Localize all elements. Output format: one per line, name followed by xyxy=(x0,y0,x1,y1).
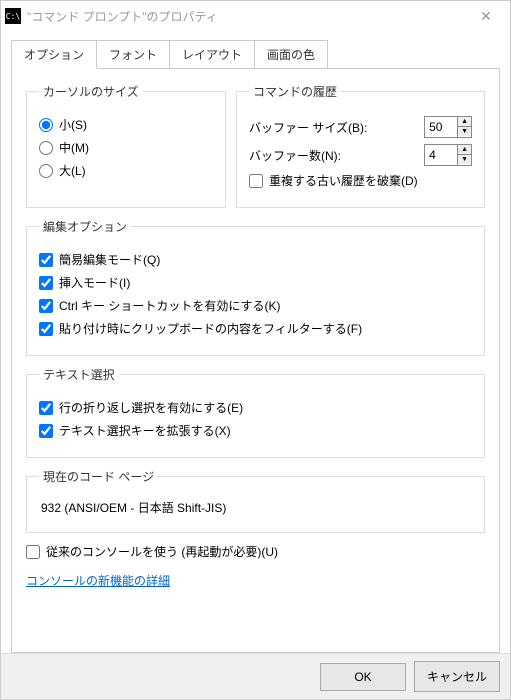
check-ext-keys-input[interactable] xyxy=(39,424,53,438)
check-discard-duplicates-label: 重複する古い履歴を破棄(D) xyxy=(269,172,418,189)
window-title: "コマンド プロンプト"のプロパティ xyxy=(27,8,466,25)
check-legacy-console-label: 従来のコンソールを使う (再起動が必要)(U) xyxy=(46,543,278,560)
radio-cursor-small[interactable]: 小(S) xyxy=(39,116,213,133)
check-ctrl-shortcuts-input[interactable] xyxy=(39,299,53,313)
check-discard-duplicates[interactable]: 重複する古い履歴を破棄(D) xyxy=(249,172,472,189)
buffer-count-spinner[interactable]: ▲ ▼ xyxy=(424,144,472,166)
client-area: オプション フォント レイアウト 画面の色 カーソルのサイズ 小(S) 中(M) xyxy=(1,31,510,653)
group-cursor-legend: カーソルのサイズ xyxy=(39,83,143,100)
check-insert-mode-label: 挿入モード(I) xyxy=(59,274,130,291)
radio-cursor-small-input[interactable] xyxy=(39,118,53,132)
group-history-legend: コマンドの履歴 xyxy=(249,83,341,100)
buffer-count-label: バッファー数(N): xyxy=(249,147,341,164)
check-quick-edit-label: 簡易編集モード(Q) xyxy=(59,251,160,268)
link-console-features[interactable]: コンソールの新機能の詳細 xyxy=(26,572,170,589)
tab-colors[interactable]: 画面の色 xyxy=(254,40,328,69)
check-ctrl-shortcuts-label: Ctrl キー ショートカットを有効にする(K) xyxy=(59,297,280,314)
radio-cursor-small-label: 小(S) xyxy=(59,116,87,133)
tab-font[interactable]: フォント xyxy=(96,40,170,69)
radio-cursor-medium-label: 中(M) xyxy=(59,139,89,156)
check-filter-paste-label: 貼り付け時にクリップボードの内容をフィルターする(F) xyxy=(59,320,362,337)
group-textsel-legend: テキスト選択 xyxy=(39,366,119,383)
check-ctrl-shortcuts[interactable]: Ctrl キー ショートカットを有効にする(K) xyxy=(39,297,472,314)
check-filter-paste[interactable]: 貼り付け時にクリップボードの内容をフィルターする(F) xyxy=(39,320,472,337)
buffer-count-up[interactable]: ▲ xyxy=(458,145,471,155)
ok-button[interactable]: OK xyxy=(320,663,406,691)
group-cursor-size: カーソルのサイズ 小(S) 中(M) 大(L) xyxy=(26,83,226,208)
check-filter-paste-input[interactable] xyxy=(39,322,53,336)
buffer-size-down[interactable]: ▼ xyxy=(458,127,471,136)
radio-cursor-large[interactable]: 大(L) xyxy=(39,162,213,179)
check-quick-edit-input[interactable] xyxy=(39,253,53,267)
codepage-value: 932 (ANSI/OEM - 日本語 Shift-JIS) xyxy=(39,495,472,520)
tab-options[interactable]: オプション xyxy=(11,40,97,69)
group-edit-options: 編集オプション 簡易編集モード(Q) 挿入モード(I) Ctrl キー ショート… xyxy=(26,218,485,356)
group-edit-legend: 編集オプション xyxy=(39,218,131,235)
radio-cursor-large-label: 大(L) xyxy=(59,162,86,179)
check-wrap-select[interactable]: 行の折り返し選択を有効にする(E) xyxy=(39,399,472,416)
buffer-size-input[interactable] xyxy=(425,117,457,137)
radio-cursor-large-input[interactable] xyxy=(39,164,53,178)
check-insert-mode[interactable]: 挿入モード(I) xyxy=(39,274,472,291)
cmd-icon: C:\ xyxy=(5,8,21,24)
buffer-count-input[interactable] xyxy=(425,145,457,165)
check-ext-keys[interactable]: テキスト選択キーを拡張する(X) xyxy=(39,422,472,439)
group-codepage-legend: 現在のコード ページ xyxy=(39,468,158,485)
buffer-count-down[interactable]: ▼ xyxy=(458,155,471,164)
check-wrap-select-input[interactable] xyxy=(39,401,53,415)
check-ext-keys-label: テキスト選択キーを拡張する(X) xyxy=(59,422,231,439)
tab-strip: オプション フォント レイアウト 画面の色 xyxy=(11,40,500,69)
titlebar: C:\ "コマンド プロンプト"のプロパティ ✕ xyxy=(1,1,510,31)
buffer-size-up[interactable]: ▲ xyxy=(458,117,471,127)
radio-cursor-medium[interactable]: 中(M) xyxy=(39,139,213,156)
properties-window: C:\ "コマンド プロンプト"のプロパティ ✕ オプション フォント レイアウ… xyxy=(0,0,511,700)
check-discard-duplicates-input[interactable] xyxy=(249,174,263,188)
buffer-size-spinner[interactable]: ▲ ▼ xyxy=(424,116,472,138)
cancel-button[interactable]: キャンセル xyxy=(414,661,500,692)
button-bar: OK キャンセル xyxy=(1,653,510,699)
check-legacy-console-input[interactable] xyxy=(26,545,40,559)
check-quick-edit[interactable]: 簡易編集モード(Q) xyxy=(39,251,472,268)
tab-panel-options: カーソルのサイズ 小(S) 中(M) 大(L) コマンドの履 xyxy=(11,68,500,653)
group-text-selection: テキスト選択 行の折り返し選択を有効にする(E) テキスト選択キーを拡張する(X… xyxy=(26,366,485,458)
check-legacy-console[interactable]: 従来のコンソールを使う (再起動が必要)(U) xyxy=(26,543,485,560)
close-button[interactable]: ✕ xyxy=(466,8,506,25)
check-insert-mode-input[interactable] xyxy=(39,276,53,290)
radio-cursor-medium-input[interactable] xyxy=(39,141,53,155)
check-wrap-select-label: 行の折り返し選択を有効にする(E) xyxy=(59,399,243,416)
group-command-history: コマンドの履歴 バッファー サイズ(B): ▲ ▼ バッファー数(N): xyxy=(236,83,485,208)
buffer-size-label: バッファー サイズ(B): xyxy=(249,119,367,136)
tab-layout[interactable]: レイアウト xyxy=(169,40,255,69)
group-codepage: 現在のコード ページ 932 (ANSI/OEM - 日本語 Shift-JIS… xyxy=(26,468,485,533)
